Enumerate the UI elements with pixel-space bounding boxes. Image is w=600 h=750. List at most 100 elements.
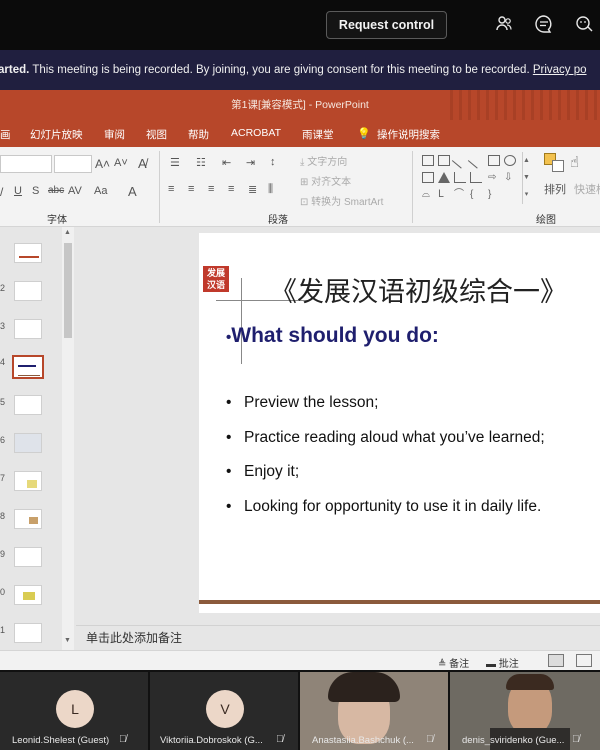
- slide-bullet[interactable]: • Practice reading aloud what you’ve lear…: [226, 429, 545, 447]
- tab-draw[interactable]: 画: [0, 127, 11, 142]
- rectangle-shape-icon[interactable]: [488, 155, 500, 166]
- mic-off-icon: 🎙̸: [426, 734, 434, 745]
- align-right-icon[interactable]: ≡: [208, 183, 214, 195]
- thumb-number: 5: [0, 397, 6, 407]
- textbox-shape-icon[interactable]: [422, 155, 434, 166]
- pointer-hand-icon: ☝: [570, 154, 580, 171]
- tab-view[interactable]: 视图: [146, 127, 167, 142]
- tab-review[interactable]: 审阅: [104, 127, 125, 142]
- oval-shape-icon[interactable]: [504, 155, 516, 166]
- shrink-font-icon[interactable]: A˅: [114, 157, 128, 169]
- arrow-right-shape-icon[interactable]: ⇨: [488, 172, 500, 183]
- participant-name: Anastasiia.Bashchuk (...: [312, 735, 414, 746]
- underline-icon[interactable]: U: [14, 185, 22, 197]
- scroll-down-icon[interactable]: ▼: [64, 637, 71, 644]
- avatar: L: [56, 690, 94, 728]
- slide-heading[interactable]: •What should you do:: [226, 324, 439, 348]
- decrease-indent-icon[interactable]: ⇤: [222, 156, 231, 169]
- font-color-icon[interactable]: A: [128, 184, 137, 199]
- scrollbar-thumb[interactable]: [64, 243, 72, 338]
- mic-off-icon: 🎙̸: [572, 734, 580, 745]
- bullets-icon[interactable]: ☰: [170, 156, 180, 169]
- comments-toggle[interactable]: ▬ 批注: [486, 655, 519, 670]
- columns-icon[interactable]: ⫼: [268, 183, 273, 196]
- tab-help[interactable]: 帮助: [188, 127, 209, 142]
- thumb-number: 4: [0, 357, 6, 367]
- change-case-icon[interactable]: Aa: [94, 185, 107, 197]
- align-left-icon[interactable]: ≡: [168, 183, 174, 195]
- slide-thumbnail[interactable]: [14, 547, 42, 567]
- brace-shape-icon[interactable]: }: [488, 189, 500, 200]
- grow-font-icon[interactable]: A˄: [95, 157, 110, 171]
- scroll-up-icon[interactable]: ▲: [64, 229, 71, 236]
- text-direction-button[interactable]: ⤓ 文字方向: [300, 153, 347, 168]
- elbow-arrow-icon[interactable]: [470, 172, 482, 183]
- thumb-number: 6: [0, 435, 6, 445]
- numbering-icon[interactable]: ☷: [196, 156, 206, 169]
- privacy-policy-link[interactable]: Privacy po: [533, 64, 587, 76]
- rounded-rect-shape-icon[interactable]: [422, 172, 434, 183]
- tab-slideshow[interactable]: 幻灯片放映: [30, 127, 83, 142]
- slide-thumbnail[interactable]: [14, 281, 42, 301]
- gallery-scroll[interactable]: ▲ ▼ ▾: [522, 152, 530, 204]
- slide-title[interactable]: 《发展汉语初级综合一》: [270, 270, 567, 309]
- slide-thumbnail[interactable]: [14, 471, 42, 491]
- convert-smartart-button[interactable]: ⊡ 转换为 SmartArt: [300, 193, 383, 208]
- justify-icon[interactable]: ≡: [228, 183, 234, 195]
- recording-banner-message: This meeting is being recorded. By joini…: [29, 64, 533, 76]
- elbow-connector-icon[interactable]: [454, 172, 466, 183]
- slide-bullet[interactable]: • Enjoy it;: [226, 463, 299, 481]
- quick-styles-button[interactable]: 快速样: [574, 181, 600, 197]
- reactions-icon[interactable]: [573, 14, 595, 36]
- arrow-down-shape-icon[interactable]: ⇩: [504, 172, 516, 183]
- text-direction-label: 文字方向: [307, 157, 348, 168]
- slide-thumbnail[interactable]: [14, 585, 42, 605]
- char-spacing-icon[interactable]: AV: [68, 185, 82, 197]
- people-icon[interactable]: [493, 14, 515, 36]
- slide-thumbnail[interactable]: [14, 243, 42, 263]
- slide-thumbnail[interactable]: [14, 623, 42, 643]
- slide-bullet[interactable]: • Looking for opportunity to use it in da…: [226, 498, 541, 516]
- distributed-icon[interactable]: ≣: [248, 183, 257, 196]
- notes-toggle[interactable]: ≜ 备注: [438, 655, 469, 670]
- vertical-textbox-shape-icon[interactable]: [438, 155, 450, 166]
- slide-heading-text: What should you do:: [231, 324, 439, 347]
- font-size-box[interactable]: [54, 155, 92, 173]
- slide-thumbnail[interactable]: [14, 319, 42, 339]
- arc-shape-icon[interactable]: ⌒: [454, 189, 466, 200]
- tab-acrobat[interactable]: ACROBAT: [231, 127, 281, 139]
- freeform-shape-icon[interactable]: ⌓: [422, 189, 434, 200]
- increase-indent-icon[interactable]: ⇥: [246, 156, 255, 169]
- curve-shape-icon[interactable]: ᒪ: [438, 189, 450, 200]
- strikethrough-icon[interactable]: abc: [48, 185, 64, 196]
- align-center-icon[interactable]: ≡: [188, 183, 194, 195]
- shapes-gallery[interactable]: ⇨ ⇩ ⌓ ᒪ ⌒ { } ▲ ▼ ▾: [418, 152, 530, 204]
- notes-placeholder[interactable]: 单击此处添加备注: [86, 629, 182, 646]
- slide-thumbnail[interactable]: [14, 395, 42, 415]
- shadow-icon[interactable]: S: [32, 185, 39, 197]
- clear-format-icon[interactable]: A̸: [138, 156, 147, 171]
- tell-me-search[interactable]: 操作说明搜索: [377, 127, 440, 142]
- bracket-shape-icon[interactable]: {: [470, 189, 482, 200]
- align-text-button[interactable]: ⊞ 对齐文本: [300, 173, 351, 188]
- slide-sorter-icon[interactable]: [576, 654, 592, 667]
- triangle-shape-icon[interactable]: [438, 172, 450, 183]
- chat-icon[interactable]: [533, 14, 555, 36]
- slide-thumbnail-selected[interactable]: [12, 355, 44, 379]
- slide-thumbnail[interactable]: [14, 509, 42, 529]
- bullet-text: Practice reading aloud what you’ve learn…: [244, 429, 545, 446]
- slide-bullet[interactable]: • Preview the lesson;: [226, 394, 378, 412]
- slide-footer-bar: [199, 600, 600, 604]
- arrange-button[interactable]: 排列: [544, 181, 566, 197]
- slide-thumbnail[interactable]: [14, 433, 42, 453]
- tab-rain-classroom[interactable]: 雨课堂: [302, 127, 334, 142]
- line-spacing-icon[interactable]: ↕: [270, 156, 276, 168]
- request-control-button[interactable]: Request control: [326, 11, 447, 39]
- slide-logo: 发展汉语: [203, 266, 229, 292]
- italic-icon[interactable]: /: [0, 185, 3, 199]
- arrow-shape-icon[interactable]: [467, 152, 485, 169]
- line-shape-icon[interactable]: [451, 152, 469, 169]
- font-name-box[interactable]: [0, 155, 52, 173]
- normal-view-icon[interactable]: [548, 654, 564, 667]
- arrange-icon[interactable]: [544, 153, 566, 173]
